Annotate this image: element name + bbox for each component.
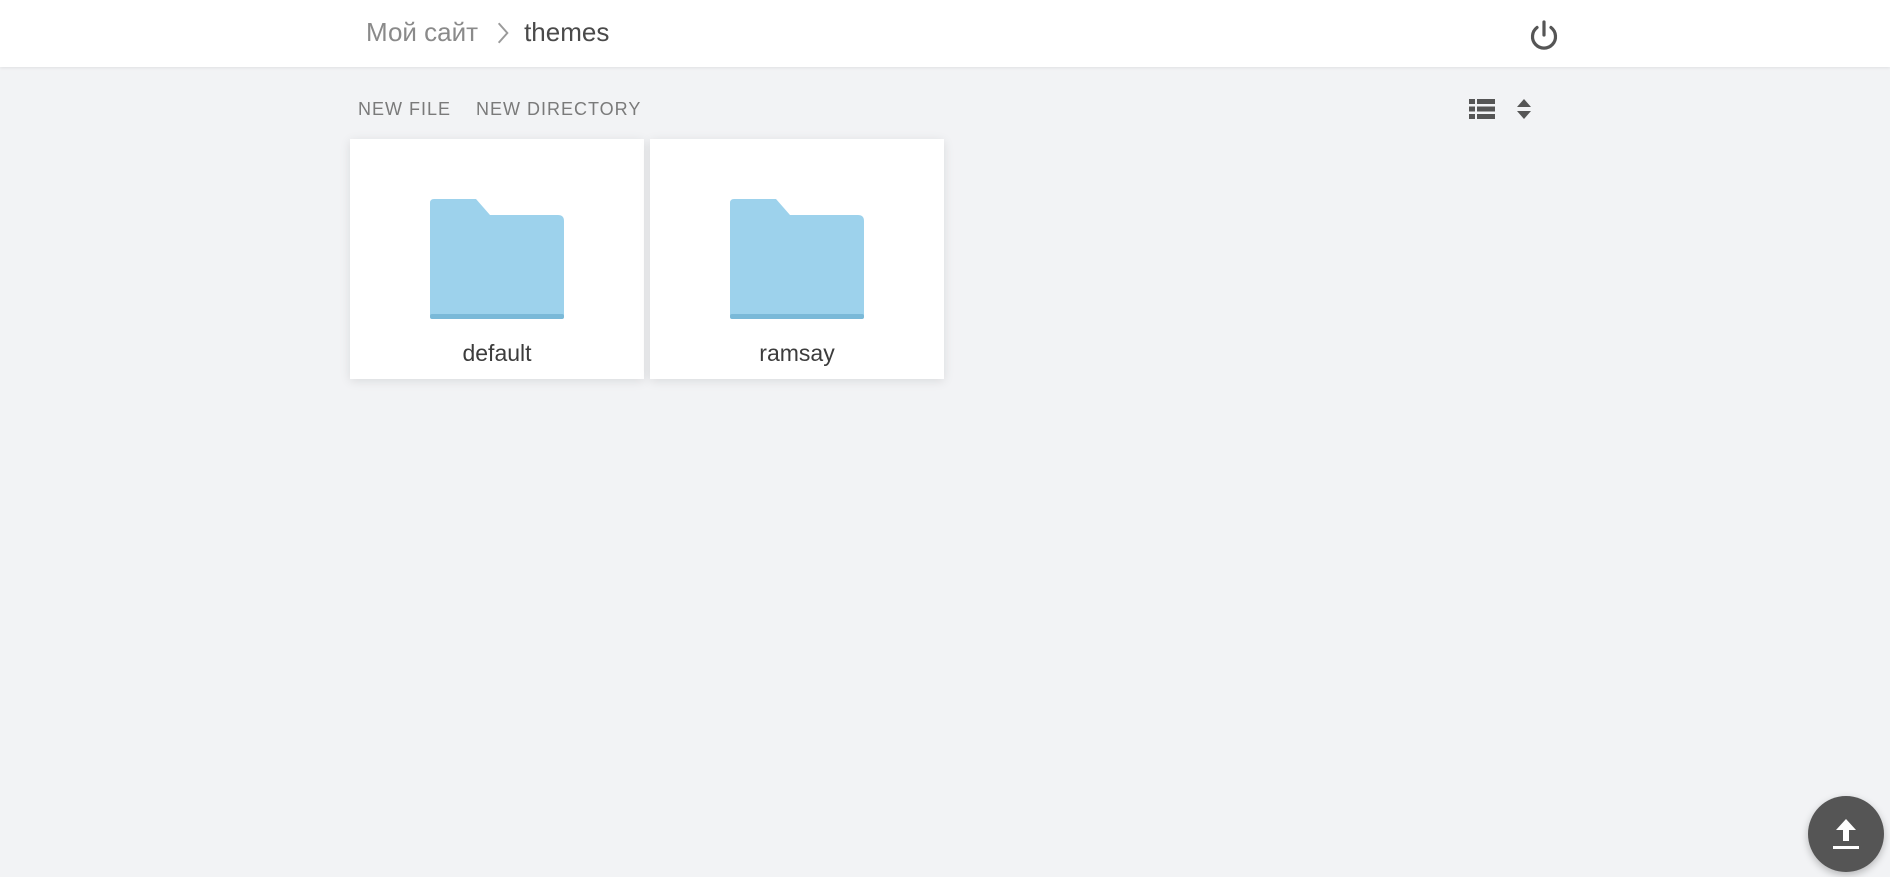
- file-actions: New file New directory: [358, 96, 666, 122]
- folder-tile-default[interactable]: default: [350, 139, 644, 379]
- folder-icon: [730, 199, 864, 319]
- new-directory-button[interactable]: New directory: [476, 99, 641, 120]
- power-icon[interactable]: [1526, 18, 1562, 54]
- top-bar: Мой сайт themes: [0, 0, 1890, 67]
- list-view-icon[interactable]: [1469, 97, 1495, 121]
- upload-button[interactable]: [1808, 796, 1884, 872]
- breadcrumb-root-link[interactable]: Мой сайт: [366, 17, 478, 48]
- folder-tile-ramsay[interactable]: ramsay: [650, 139, 944, 379]
- folder-name: default: [462, 340, 532, 366]
- folder-icon: [430, 199, 564, 319]
- folder-name: ramsay: [759, 340, 835, 366]
- breadcrumb: Мой сайт themes: [366, 14, 609, 50]
- breadcrumb-current: themes: [524, 16, 610, 47]
- file-grid: default ramsay: [350, 139, 944, 379]
- new-file-button[interactable]: New file: [358, 99, 451, 120]
- upload-icon: [1833, 819, 1859, 849]
- chevron-right-icon: [498, 22, 509, 44]
- sort-icon[interactable]: [1515, 97, 1533, 121]
